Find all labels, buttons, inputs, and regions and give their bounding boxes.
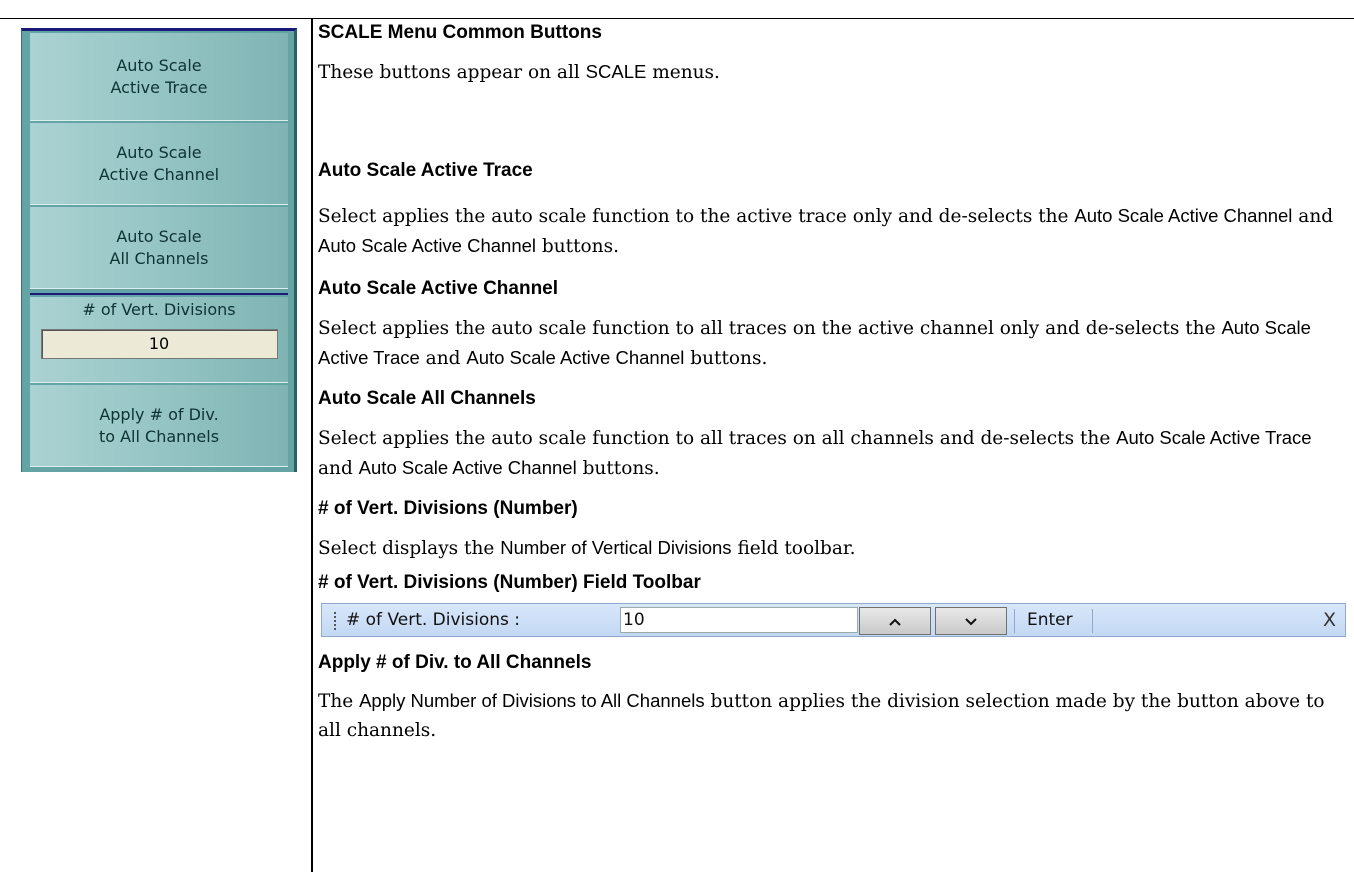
top-rule: [0, 18, 1354, 19]
decrement-button[interactable]: [935, 607, 1007, 635]
section-paragraph: Select displays the Number of Vertical D…: [318, 533, 1346, 563]
section-paragraph: The Apply Number of Divisions to All Cha…: [318, 686, 1346, 745]
text: and: [419, 348, 467, 369]
section-paragraph: Select applies the auto scale function t…: [318, 423, 1346, 483]
scale-menu-panel: Auto Scale Active Trace Auto Scale Activ…: [21, 28, 297, 472]
button-label-line2: to All Channels: [98, 426, 220, 446]
text: The: [318, 691, 360, 712]
toolbar-separator: [1014, 609, 1015, 633]
chevron-up-icon: [889, 618, 901, 626]
menu-separator: [30, 293, 288, 295]
increment-button[interactable]: [859, 607, 931, 635]
toolbar-separator: [1092, 609, 1093, 633]
chevron-down-icon: [965, 618, 977, 626]
section-heading: # of Vert. Divisions (Number): [318, 498, 578, 519]
section-heading: Auto Scale All Channels: [318, 388, 536, 409]
vert-divisions-field[interactable]: 10: [40, 329, 278, 359]
section-paragraph: Select applies the auto scale function t…: [318, 313, 1346, 373]
text: field toolbar.: [731, 538, 856, 559]
vert-divisions-label: # of Vert. Divisions: [82, 300, 236, 319]
section-paragraph: Select applies the auto scale function t…: [318, 201, 1346, 261]
section-heading: Apply # of Div. to All Channels: [318, 652, 592, 673]
button-label-line2: All Channels: [109, 248, 209, 268]
text: Select applies the auto scale function t…: [318, 206, 1075, 227]
text-ref: Auto Scale Active Trace: [1116, 427, 1312, 448]
text-ref: Auto Scale Active Channel: [358, 457, 577, 478]
toolbar-label: # of Vert. Divisions :: [346, 610, 521, 630]
text-ref: Auto Scale Active Channel: [466, 347, 685, 368]
text: buttons.: [576, 458, 660, 479]
auto-scale-active-channel-button[interactable]: Auto Scale Active Channel: [30, 123, 288, 205]
section-heading: # of Vert. Divisions (Number) Field Tool…: [318, 572, 701, 593]
text: Select applies the auto scale function t…: [318, 318, 1222, 339]
text: Select applies the auto scale function t…: [318, 428, 1117, 449]
text-ref: Auto Scale Active Channel: [318, 235, 537, 256]
text: buttons.: [536, 236, 619, 257]
close-toolbar-button[interactable]: X: [1323, 609, 1336, 631]
text: buttons.: [684, 348, 768, 369]
text: menus.: [646, 62, 720, 83]
section-heading: SCALE Menu Common Buttons: [318, 22, 602, 43]
column-divider: [311, 18, 313, 872]
section-heading: Auto Scale Active Trace: [318, 160, 533, 181]
button-label-line1: Auto Scale: [116, 55, 202, 75]
button-label-line2: Active Trace: [110, 77, 208, 97]
button-label-line1: Auto Scale: [116, 142, 202, 162]
button-label-line1: Auto Scale: [116, 226, 202, 246]
enter-button[interactable]: Enter: [1027, 610, 1073, 630]
text: Select displays the: [318, 538, 501, 559]
text: and: [318, 458, 359, 479]
auto-scale-all-channels-button[interactable]: Auto Scale All Channels: [30, 207, 288, 289]
button-label-line2: Active Channel: [98, 164, 220, 184]
section-paragraph: These buttons appear on all SCALE menus.: [318, 57, 1346, 87]
text-ref: Number of Vertical Divisions: [500, 537, 732, 558]
apply-div-to-all-channels-button[interactable]: Apply # of Div. to All Channels: [30, 385, 288, 467]
text: and: [1292, 206, 1334, 227]
button-label-line1: Apply # of Div.: [99, 404, 219, 424]
vert-divisions-field-toolbar: # of Vert. Divisions : 10 Enter X: [321, 603, 1346, 637]
text-ref: Apply Number of Divisions to All Channel…: [359, 690, 705, 711]
vert-divisions-button[interactable]: # of Vert. Divisions 10: [30, 297, 288, 383]
text: These buttons appear on all: [318, 62, 586, 83]
vert-divisions-input[interactable]: 10: [620, 607, 858, 633]
auto-scale-active-trace-button[interactable]: Auto Scale Active Trace: [30, 33, 288, 121]
toolbar-grip-handle[interactable]: [334, 612, 336, 630]
text-ref: SCALE: [585, 61, 647, 82]
section-heading: Auto Scale Active Channel: [318, 278, 559, 299]
text-ref: Auto Scale Active Channel: [1074, 205, 1293, 226]
